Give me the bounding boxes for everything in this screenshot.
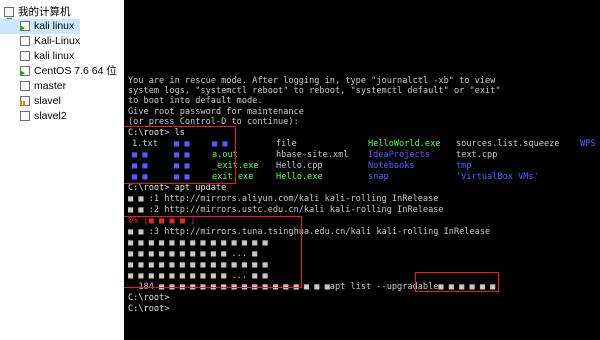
vm-item-kali-linux[interactable]: kali linux [0,19,80,34]
rescue-intro-line: system logs, "systemctl reboot" to reboo… [128,86,501,96]
ls-entry: IdeaProjects [368,150,431,160]
vm-console[interactable]: You are in rescue mode. After logging in… [124,0,600,340]
vm-icon [20,51,30,61]
ls-entry: Hello.cpp [276,161,323,171]
rescue-intro-line: to boot into default mode. [128,96,263,106]
apt-output-line: ■ ■ :2 http://mirrors.ustc.edu.cn/kali k… [128,205,444,215]
ls-entry: HelloWorld.exe [368,139,441,149]
ls-entry: hbase-site.xml [276,150,349,160]
rescue-intro-line: You are in rescue mode. After logging in… [128,76,496,86]
tree-root-label: 我的计算机 [18,6,71,18]
prompt-end: C:\root> [128,304,170,314]
ls-entry: 'VirtualBox VMs' [456,172,539,182]
vm-item-label: slavel2 [34,110,67,122]
vm-icon [20,36,30,46]
vm-item-label: Kali-Linux [34,35,81,47]
ls-entry: tmp [456,161,472,171]
ls-entry: Hello.exe [276,172,323,182]
annotation-box-upgradable [415,272,499,292]
ls-entry: text.cpp [456,150,498,160]
ls-entry: WPS [580,139,596,149]
vm-icon [20,96,30,106]
annotation-box-ls [124,126,236,184]
vm-item-label: kali linux [34,50,75,62]
vm-item-label: CentOS 7.6 64 位 [34,65,117,77]
vm-item-label: slavel [34,95,61,107]
apt-output-line: ■ ■ :1 http://mirrors.aliyun.com/kali ka… [128,194,439,204]
vm-icon [20,21,30,31]
vm-icon [20,81,30,91]
vm-item-label: kali linux [34,20,75,32]
rescue-intro-line: Give root password for maintenance [128,107,304,117]
vm-icon [20,111,30,121]
vm-icon [20,66,30,76]
ls-entry: Notebooks [368,161,415,171]
ls-entry: snap [368,172,389,182]
annotation-box-apt [124,216,302,288]
vm-item-label: master [34,80,67,92]
prompt-end: C:\root> [128,293,170,303]
prompt-apt-update: C:\root> apt update [128,183,227,193]
ls-entry: sources.list.squeeze [456,139,560,149]
ls-entry: file [276,139,297,149]
vm-library-panel: 我的计算机 kali linux Kali-Linux kali linux C… [0,0,124,340]
computer-icon [4,7,14,19]
